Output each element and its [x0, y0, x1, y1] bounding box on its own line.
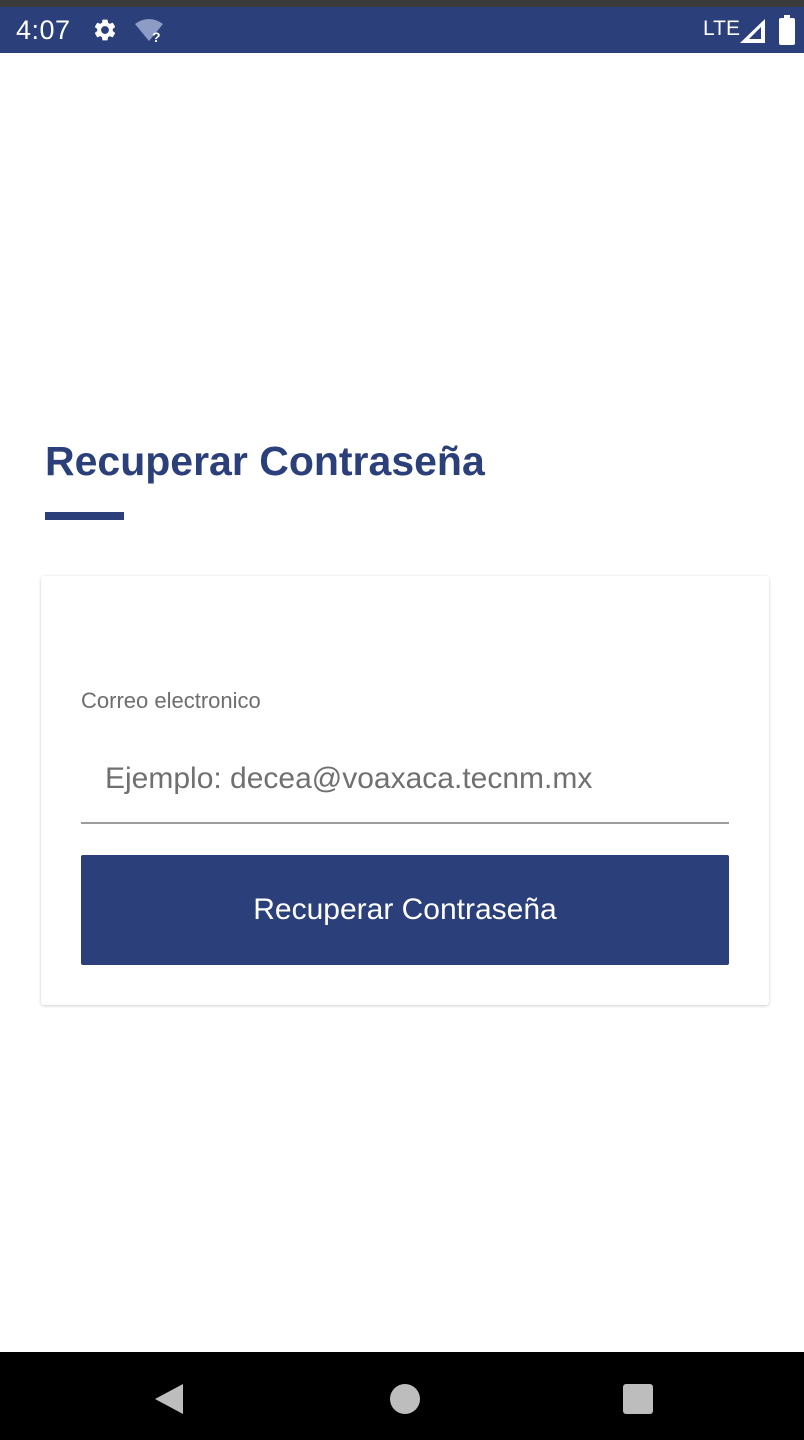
- back-icon[interactable]: [153, 1382, 185, 1416]
- wifi-unknown-icon: ?: [134, 17, 164, 45]
- network-type: LTE: [703, 17, 740, 40]
- email-label: Correo electronico: [81, 688, 261, 713]
- recover-card: Correo electronico Recuperar Contraseña: [41, 576, 769, 1005]
- recents-icon[interactable]: [623, 1384, 653, 1414]
- status-bar: 4:07 ? LTE: [0, 7, 804, 53]
- signal-icon: [740, 19, 766, 43]
- page-title: Recuperar Contraseña: [45, 438, 485, 484]
- recover-password-button[interactable]: Recuperar Contraseña: [81, 855, 729, 965]
- email-input[interactable]: [81, 736, 729, 824]
- navigation-bar: [0, 1352, 804, 1440]
- gear-icon: [92, 17, 118, 43]
- title-underline: [45, 512, 124, 520]
- top-edge: [0, 0, 804, 7]
- svg-text:?: ?: [152, 29, 161, 43]
- status-time: 4:07: [16, 15, 71, 45]
- battery-icon: [779, 15, 795, 45]
- home-icon[interactable]: [390, 1384, 420, 1414]
